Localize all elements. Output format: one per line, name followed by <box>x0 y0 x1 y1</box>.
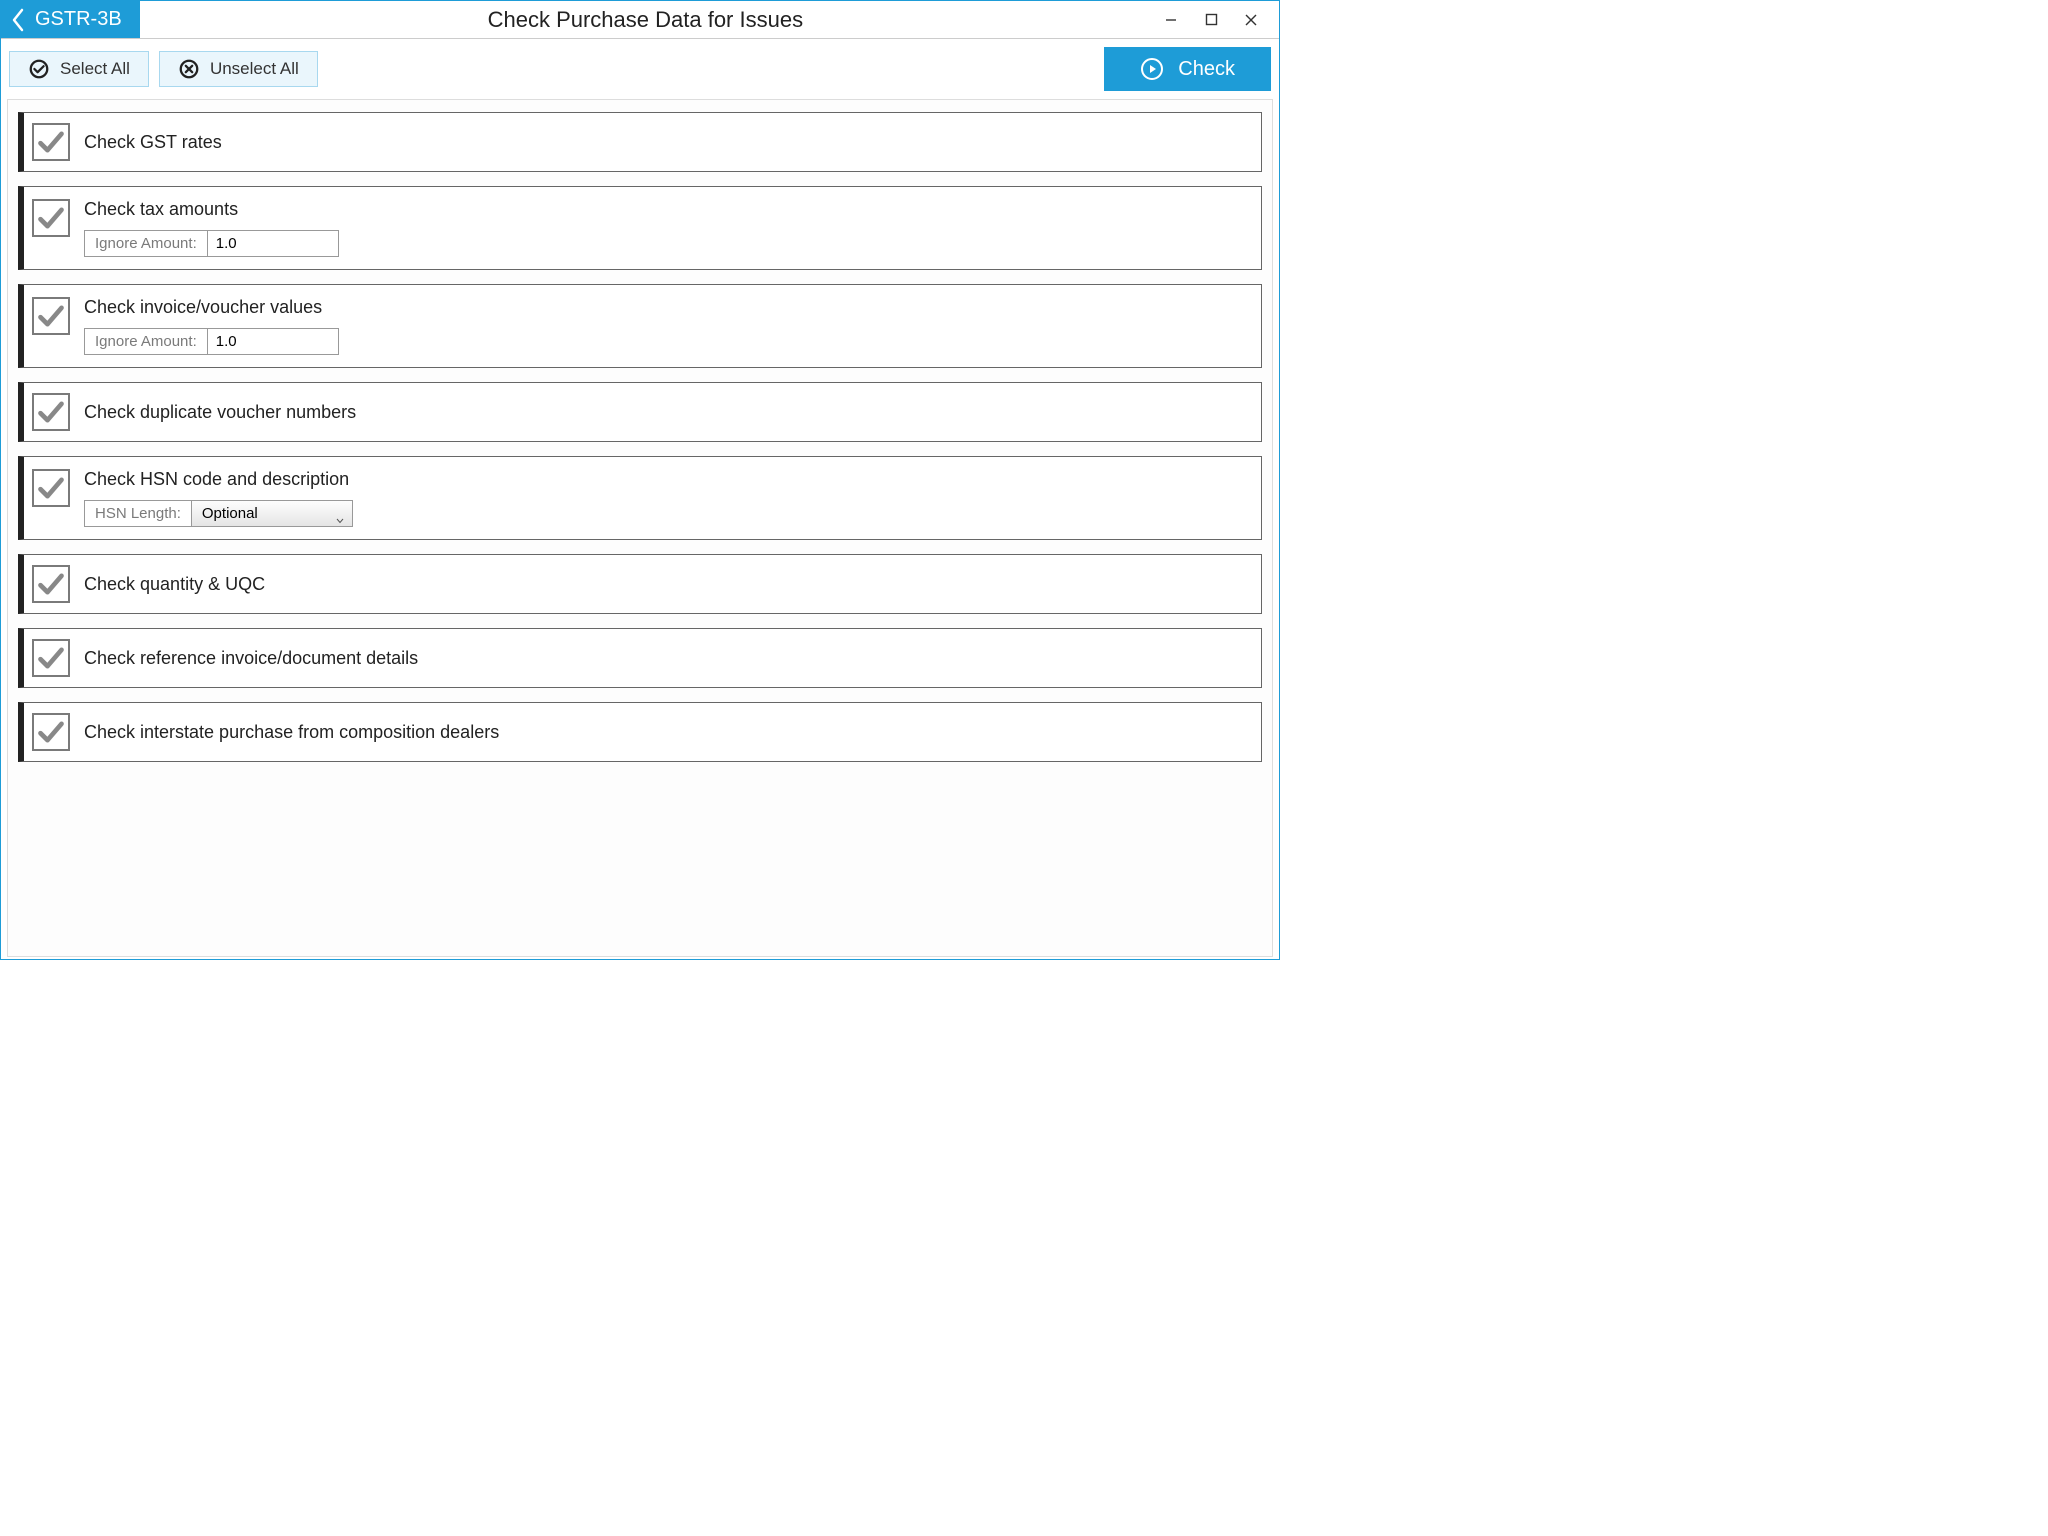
check-icon <box>37 718 65 746</box>
check-item-hsn: Check HSN code and description HSN Lengt… <box>18 456 1262 540</box>
ignore-amount-input[interactable] <box>208 231 338 256</box>
item-title: Check duplicate voucher numbers <box>84 402 1251 423</box>
check-item-duplicate-vouchers: Check duplicate voucher numbers <box>18 382 1262 442</box>
item-title: Check interstate purchase from compositi… <box>84 722 1251 743</box>
item-title: Check HSN code and description <box>84 469 1251 490</box>
close-button[interactable] <box>1231 5 1271 35</box>
check-item-gst-rates: Check GST rates <box>18 112 1262 172</box>
check-icon <box>37 204 65 232</box>
ignore-amount-label: Ignore Amount: <box>85 231 208 256</box>
chevron-down-icon <box>336 511 344 517</box>
x-circle-icon <box>178 58 200 80</box>
content-area: Check GST rates Check tax amounts Ignore… <box>7 99 1273 957</box>
maximize-button[interactable] <box>1191 5 1231 35</box>
item-title: Check tax amounts <box>84 199 1251 220</box>
play-circle-icon <box>1140 57 1164 81</box>
check-item-tax-amounts: Check tax amounts Ignore Amount: <box>18 186 1262 270</box>
check-icon <box>37 570 65 598</box>
back-label: GSTR-3B <box>35 8 122 31</box>
check-icon <box>37 474 65 502</box>
unselect-all-label: Unselect All <box>210 59 299 79</box>
checkbox-duplicate-vouchers[interactable] <box>32 393 70 431</box>
select-all-label: Select All <box>60 59 130 79</box>
hsn-length-label: HSN Length: <box>85 501 192 526</box>
check-item-quantity-uqc: Check quantity & UQC <box>18 554 1262 614</box>
minimize-button[interactable] <box>1151 5 1191 35</box>
checkbox-tax-amounts[interactable] <box>32 199 70 237</box>
check-circle-icon <box>28 58 50 80</box>
check-icon <box>37 644 65 672</box>
check-icon <box>37 128 65 156</box>
item-title: Check GST rates <box>84 132 1251 153</box>
checkbox-interstate-purchase[interactable] <box>32 713 70 751</box>
unselect-all-button[interactable]: Unselect All <box>159 51 318 87</box>
hsn-length-select[interactable]: Optional <box>192 501 352 526</box>
check-item-invoice-values: Check invoice/voucher values Ignore Amou… <box>18 284 1262 368</box>
ignore-amount-input[interactable] <box>208 329 338 354</box>
checkbox-invoice-values[interactable] <box>32 297 70 335</box>
checkbox-quantity-uqc[interactable] <box>32 565 70 603</box>
check-button-label: Check <box>1178 58 1235 81</box>
checkbox-gst-rates[interactable] <box>32 123 70 161</box>
select-all-button[interactable]: Select All <box>9 51 149 87</box>
check-icon <box>37 398 65 426</box>
item-title: Check quantity & UQC <box>84 574 1251 595</box>
check-icon <box>37 302 65 330</box>
chevron-left-icon <box>11 8 25 32</box>
check-item-reference-invoice: Check reference invoice/document details <box>18 628 1262 688</box>
check-item-interstate-purchase: Check interstate purchase from compositi… <box>18 702 1262 762</box>
item-title: Check reference invoice/document details <box>84 648 1251 669</box>
hsn-length-value: Optional <box>202 505 258 522</box>
checkbox-reference-invoice[interactable] <box>32 639 70 677</box>
ignore-amount-label: Ignore Amount: <box>85 329 208 354</box>
page-title: Check Purchase Data for Issues <box>140 1 1151 38</box>
check-button[interactable]: Check <box>1104 47 1271 91</box>
item-title: Check invoice/voucher values <box>84 297 1251 318</box>
checkbox-hsn[interactable] <box>32 469 70 507</box>
back-button[interactable]: GSTR-3B <box>1 1 140 38</box>
